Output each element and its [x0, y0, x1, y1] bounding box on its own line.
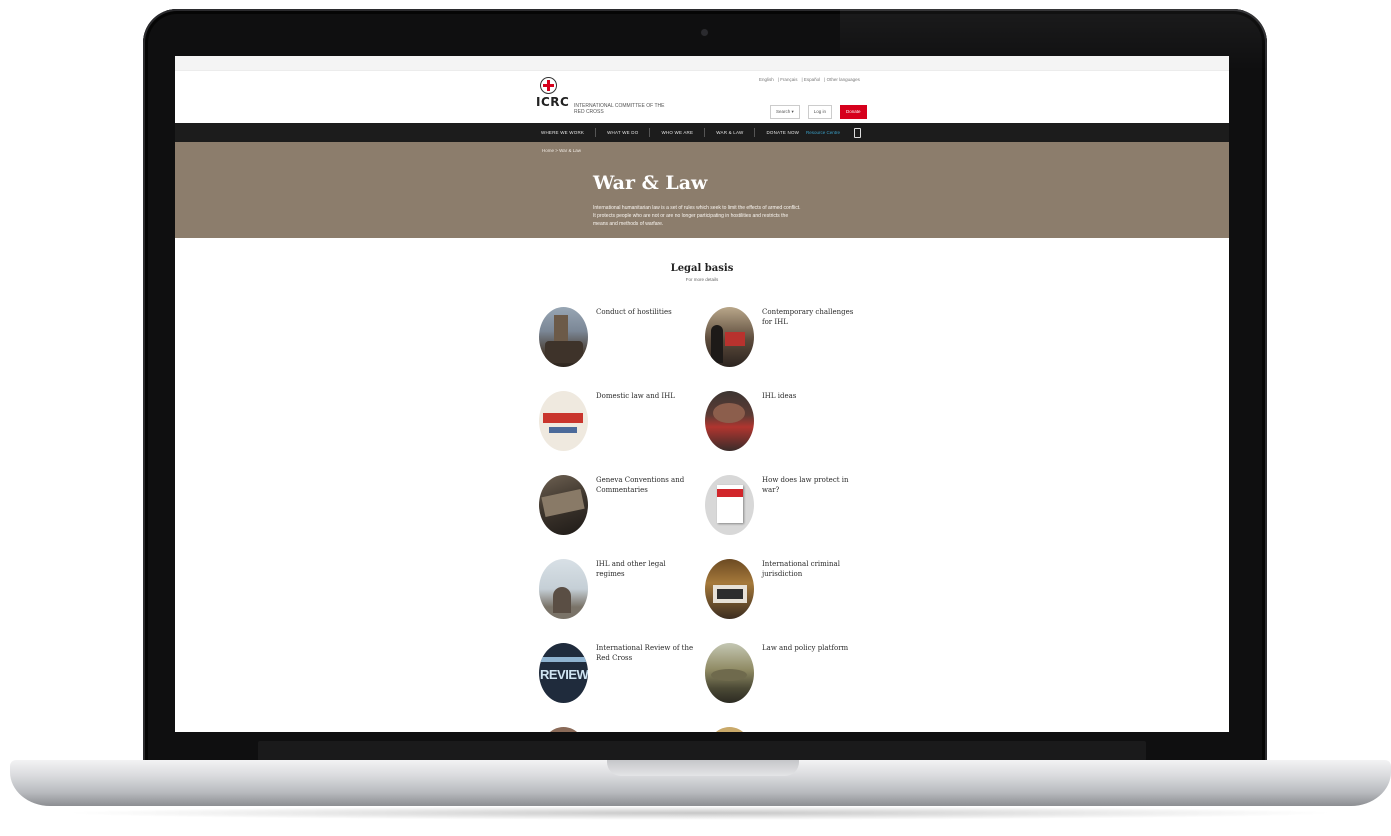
topic-label: IHL and other legal regimes	[596, 560, 666, 578]
topic-label: International criminal jurisdiction	[762, 560, 840, 578]
partial-thumbnail	[539, 727, 588, 732]
book-card-thumbnail	[705, 475, 754, 535]
topic-card[interactable]	[539, 727, 701, 732]
ruined-building-thumbnail	[539, 307, 588, 367]
review-cover-thumbnail	[539, 643, 588, 703]
book-cover-thumbnail	[539, 391, 588, 451]
topic-label: Contemporary challenges for IHL	[762, 308, 854, 326]
topic-card[interactable]	[705, 727, 867, 732]
rubble-thumbnail	[539, 475, 588, 535]
people-thumbnail	[705, 307, 754, 367]
topic-label: Domestic law and IHL	[596, 392, 675, 400]
topic-label: Law and policy platform	[762, 644, 849, 652]
topic-label: International Review of the Red Cross	[596, 644, 694, 662]
topic-card[interactable]: International criminal jurisdiction	[705, 559, 867, 621]
partial-thumbnail	[705, 727, 754, 732]
topic-label: Conduct of hostilities	[596, 308, 672, 316]
topic-label: How does law protect in war?	[762, 476, 849, 494]
topic-label: IHL ideas	[762, 392, 797, 400]
person-sky-thumbnail	[539, 559, 588, 619]
topic-card[interactable]: IHL and other legal regimes	[539, 559, 701, 621]
laptop-base-notch	[607, 760, 799, 776]
hills-landscape-thumbnail	[705, 643, 754, 703]
topic-card[interactable]: Domestic law and IHL	[539, 391, 701, 453]
topic-card[interactable]: Geneva Conventions and Commentaries	[539, 475, 701, 537]
laptop-shadow	[60, 806, 1340, 820]
topic-card[interactable]: International Review of the Red Cross	[539, 643, 701, 705]
topic-card[interactable]: Law and policy platform	[705, 643, 867, 705]
topic-card[interactable]: How does law protect in war?	[705, 475, 867, 537]
topic-grid: Conduct of hostilities Contemporary chal…	[175, 56, 1229, 732]
topic-card[interactable]: Conduct of hostilities	[539, 307, 701, 369]
topic-card[interactable]: Contemporary challenges for IHL	[705, 307, 867, 369]
browser-screen: ICRC INTERNATIONAL COMMITTEE OF THE RED …	[175, 56, 1229, 732]
courtroom-thumbnail	[705, 559, 754, 619]
topic-label: Geneva Conventions and Commentaries	[596, 476, 685, 494]
laptop-chin	[258, 741, 1146, 761]
red-cross-staff-thumbnail	[705, 391, 754, 451]
camera-icon	[701, 29, 708, 36]
topic-card[interactable]: IHL ideas	[705, 391, 867, 453]
